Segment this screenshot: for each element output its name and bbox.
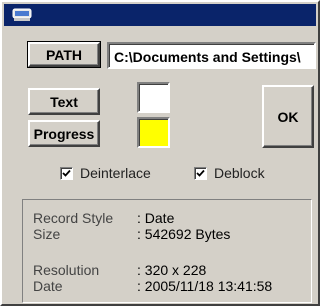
check-icon — [62, 169, 71, 177]
text-color-button[interactable]: Text — [28, 88, 100, 115]
resolution-value: : 320 x 228 — [137, 262, 207, 278]
deinterlace-checkbox[interactable] — [60, 166, 73, 180]
deblock-option[interactable]: Deblock — [194, 165, 265, 181]
deblock-label: Deblock — [214, 165, 265, 181]
date-value: : 2005/11/18 13:41:58 — [137, 278, 273, 294]
progress-color-swatch[interactable] — [137, 117, 170, 148]
date-label: Date — [33, 278, 63, 294]
path-field[interactable]: C:\Documents and Settings\ — [107, 42, 316, 69]
check-icon — [196, 169, 205, 177]
deblock-checkbox[interactable] — [194, 166, 207, 180]
size-label: Size — [33, 226, 61, 242]
deinterlace-label: Deinterlace — [80, 165, 151, 181]
deinterlace-option[interactable]: Deinterlace — [60, 165, 151, 181]
size-value: : 542692 Bytes — [137, 226, 231, 242]
ok-button[interactable]: OK — [262, 85, 314, 148]
resolution-label: Resolution — [33, 262, 100, 278]
text-color-swatch[interactable] — [137, 82, 170, 113]
monitor-icon — [12, 8, 32, 25]
progress-color-button[interactable]: Progress — [28, 120, 100, 147]
dialog-window: PATH C:\Documents and Settings\ Text Pro… — [0, 0, 320, 306]
record-style-label: Record Style — [33, 210, 114, 226]
file-info-panel: Record Style : Date Size : 542692 Bytes … — [22, 199, 312, 303]
path-button[interactable]: PATH — [27, 41, 101, 68]
title-bar[interactable] — [4, 4, 316, 26]
record-style-value: : Date — [137, 210, 175, 226]
